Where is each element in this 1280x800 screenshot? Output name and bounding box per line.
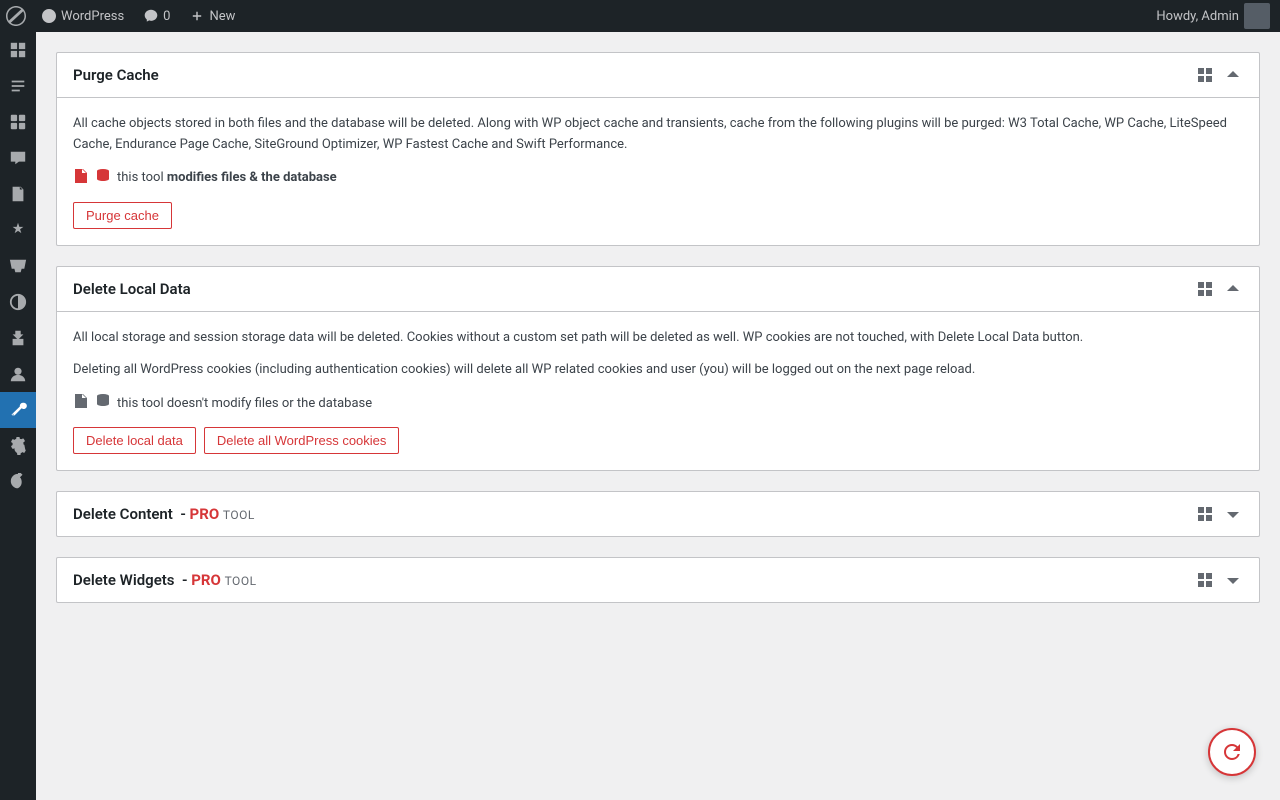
delete-content-header: Delete Content - PRO TOOL: [57, 492, 1259, 536]
admin-bar-howdy: Howdy, Admin: [1156, 9, 1239, 24]
sidebar-icon-plugins[interactable]: [0, 320, 36, 356]
sidebar-icon-updates[interactable]: [0, 464, 36, 500]
admin-bar: WordPress 0 New Howdy, Admin: [0, 0, 1280, 32]
sidebar-icon-feedback[interactable]: [0, 212, 36, 248]
delete-all-cookies-button[interactable]: Delete all WordPress cookies: [204, 427, 400, 454]
purge-cache-card: Purge Cache All cache objects stored in …: [56, 52, 1260, 246]
delete-local-data-title: Delete Local Data: [73, 280, 191, 298]
delete-local-data-controls: [1195, 279, 1243, 299]
purge-cache-button[interactable]: Purge cache: [73, 202, 172, 229]
sidebar-icon-comments[interactable]: [0, 140, 36, 176]
purge-cache-description: All cache objects stored in both files a…: [73, 114, 1243, 156]
admin-bar-site[interactable]: WordPress: [32, 0, 134, 32]
delete-local-data-desc1: All local storage and session storage da…: [73, 328, 1243, 349]
sidebar-icon-media[interactable]: [0, 104, 36, 140]
sidebar-icon-posts[interactable]: [0, 68, 36, 104]
purge-cache-collapse-icon[interactable]: [1223, 65, 1243, 85]
admin-bar-left: WordPress 0 New: [0, 0, 245, 32]
admin-bar-new-label: New: [209, 9, 235, 24]
delete-content-controls: [1195, 504, 1243, 524]
delete-content-collapse-icon[interactable]: [1223, 504, 1243, 524]
delete-content-grid-icon[interactable]: [1195, 504, 1215, 524]
purge-cache-meta: this tool modifies files & the database: [73, 168, 1243, 188]
wp-logo[interactable]: [0, 0, 32, 32]
delete-local-db-icon: [95, 393, 111, 413]
delete-content-card: Delete Content - PRO TOOL: [56, 491, 1260, 537]
purge-cache-db-icon: [95, 168, 111, 188]
purge-cache-actions: Purge cache: [73, 202, 1243, 229]
sidebar-icon-pages[interactable]: [0, 176, 36, 212]
delete-widgets-header: Delete Widgets - PRO TOOL: [57, 558, 1259, 602]
admin-avatar[interactable]: [1244, 3, 1270, 29]
purge-cache-meta-text: this tool modifies files & the database: [117, 170, 337, 185]
delete-local-data-collapse-icon[interactable]: [1223, 279, 1243, 299]
delete-local-file-icon: [73, 393, 89, 413]
purge-cache-body: All cache objects stored in both files a…: [57, 98, 1259, 245]
sidebar-icon-tools[interactable]: [0, 392, 36, 428]
refresh-fab[interactable]: [1208, 728, 1256, 776]
sidebar-icon-appearance[interactable]: [0, 284, 36, 320]
sidebar: [0, 32, 36, 800]
admin-bar-site-name: WordPress: [61, 9, 124, 24]
delete-local-data-meta: this tool doesn't modify files or the da…: [73, 393, 1243, 413]
delete-local-data-body: All local storage and session storage da…: [57, 312, 1259, 471]
delete-local-data-header: Delete Local Data: [57, 267, 1259, 312]
admin-bar-right: Howdy, Admin: [1156, 3, 1280, 29]
admin-bar-comments-count: 0: [163, 9, 170, 24]
delete-widgets-collapse-icon[interactable]: [1223, 570, 1243, 590]
admin-bar-comments[interactable]: 0: [134, 0, 180, 32]
purge-cache-grid-icon[interactable]: [1195, 65, 1215, 85]
main-layout: Purge Cache All cache objects stored in …: [0, 32, 1280, 800]
delete-widgets-card: Delete Widgets - PRO TOOL: [56, 557, 1260, 603]
content-area: Purge Cache All cache objects stored in …: [36, 32, 1280, 800]
delete-widgets-grid-icon[interactable]: [1195, 570, 1215, 590]
delete-content-title: Delete Content - PRO TOOL: [73, 505, 255, 523]
delete-local-data-actions: Delete local data Delete all WordPress c…: [73, 427, 1243, 454]
purge-cache-file-icon: [73, 168, 89, 188]
delete-local-data-grid-icon[interactable]: [1195, 279, 1215, 299]
delete-widgets-controls: [1195, 570, 1243, 590]
sidebar-icon-users[interactable]: [0, 356, 36, 392]
purge-cache-header: Purge Cache: [57, 53, 1259, 98]
delete-local-data-desc2: Deleting all WordPress cookies (includin…: [73, 360, 1243, 381]
delete-local-meta-text: this tool doesn't modify files or the da…: [117, 396, 372, 411]
admin-bar-new[interactable]: New: [180, 0, 245, 32]
sidebar-icon-settings[interactable]: [0, 428, 36, 464]
sidebar-icon-dashboard[interactable]: [0, 32, 36, 68]
purge-cache-controls: [1195, 65, 1243, 85]
delete-local-data-button[interactable]: Delete local data: [73, 427, 196, 454]
purge-cache-title: Purge Cache: [73, 66, 159, 84]
sidebar-icon-woocommerce[interactable]: [0, 248, 36, 284]
delete-widgets-title: Delete Widgets - PRO TOOL: [73, 571, 257, 589]
delete-local-data-card: Delete Local Data All local storage and …: [56, 266, 1260, 472]
